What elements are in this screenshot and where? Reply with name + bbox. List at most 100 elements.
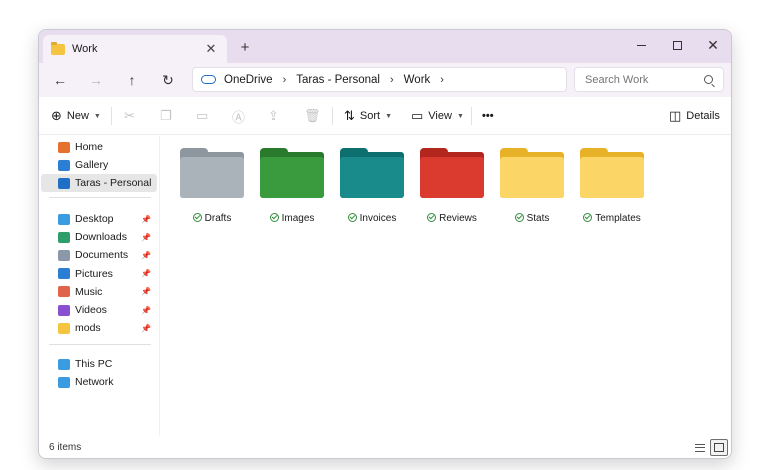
sidebar-item-taras-personal[interactable]: Taras - Personal <box>41 174 157 192</box>
home-icon <box>58 141 70 153</box>
pin-icon[interactable]: 📌 <box>141 324 151 333</box>
folder-label: Invoices <box>328 212 416 224</box>
address-bar[interactable]: OneDrive › Taras - Personal › Work › <box>192 67 567 92</box>
folder-item[interactable]: Stats <box>498 148 566 228</box>
close-window-button[interactable]: ✕ <box>695 34 731 56</box>
sidebar-item-label: Music <box>75 285 103 298</box>
new-tab-button[interactable]: + <box>237 39 253 56</box>
folder-name: Drafts <box>204 213 232 224</box>
cut-button[interactable]: ✂ <box>124 106 140 126</box>
sync-check-icon <box>269 213 279 222</box>
sync-check-icon <box>192 213 202 222</box>
maximize-icon <box>672 40 682 50</box>
sidebar-item-label: Gallery <box>75 159 109 171</box>
sidebar-item-label: Desktop <box>75 213 114 225</box>
folder-item[interactable]: Templates <box>578 148 646 228</box>
chevron-right-icon[interactable]: › <box>390 74 394 86</box>
sort-button[interactable]: ⇅ Sort ▼ <box>344 106 392 126</box>
gallery-icon <box>58 159 70 171</box>
pictures-icon <box>58 268 70 280</box>
folder-label: Stats <box>488 212 576 224</box>
maximize-button[interactable] <box>659 34 695 56</box>
pin-icon[interactable]: 📌 <box>141 306 151 315</box>
sync-check-icon <box>427 213 437 222</box>
clipboard-icon: ▭ <box>196 108 209 123</box>
sidebar-item-network[interactable]: Network <box>41 373 157 391</box>
command-bar: ⊕ New ▼ ✂ ❐ ▭ Ⓐ ⇪ 🗑 ⇅ Sort ▼ ▭ View ▼ ••… <box>39 97 731 135</box>
pin-icon[interactable]: 📌 <box>141 251 151 260</box>
folder-name: Images <box>281 213 315 224</box>
folder-icon <box>340 148 404 198</box>
sidebar-divider <box>49 197 151 198</box>
more-options-button[interactable]: ••• <box>482 106 494 126</box>
navigation-bar: ← → ↑ ↻ OneDrive › Taras - Personal › Wo… <box>39 63 731 97</box>
plus-circle-icon: ⊕ <box>51 108 62 123</box>
sort-icon: ⇅ <box>344 108 355 123</box>
close-tab-icon[interactable]: ✕ <box>203 41 219 57</box>
back-button[interactable]: ← <box>49 70 71 90</box>
pin-icon[interactable]: 📌 <box>141 269 151 278</box>
folder-item[interactable]: Drafts <box>178 148 246 228</box>
breadcrumb-work[interactable]: Work <box>404 74 431 86</box>
search-box[interactable] <box>574 67 724 92</box>
list-view-icon <box>695 443 705 452</box>
item-count: 6 items <box>49 442 82 453</box>
pin-icon[interactable]: 📌 <box>141 233 151 242</box>
new-button[interactable]: ⊕ New ▼ <box>51 106 101 126</box>
folder-icon <box>58 322 70 334</box>
rename-button[interactable]: Ⓐ <box>232 106 250 126</box>
minimize-button[interactable] <box>623 34 659 56</box>
sidebar-item-documents[interactable]: Documents 📌 <box>41 246 157 264</box>
forward-button[interactable]: → <box>85 70 107 90</box>
details-label: Details <box>686 110 720 122</box>
delete-button[interactable]: 🗑 <box>304 106 326 126</box>
sidebar-item-this-pc[interactable]: This PC <box>41 355 157 373</box>
sidebar-item-downloads[interactable]: Downloads 📌 <box>41 228 157 246</box>
desktop-icon <box>58 213 70 225</box>
rename-icon: Ⓐ <box>232 109 246 125</box>
sidebar-item-gallery[interactable]: Gallery <box>41 156 157 174</box>
sidebar-item-pictures[interactable]: Pictures 📌 <box>41 265 157 283</box>
details-button[interactable]: ◫ Details <box>669 106 720 126</box>
sidebar-item-music[interactable]: Music 📌 <box>41 283 157 301</box>
folder-icon <box>580 148 644 198</box>
search-input[interactable] <box>585 73 704 86</box>
scissors-icon: ✂ <box>124 108 135 123</box>
folder-icon <box>180 148 244 198</box>
folder-icon <box>420 148 484 198</box>
share-icon: ⇪ <box>268 108 279 123</box>
network-icon <box>58 376 70 388</box>
tiles-view-button[interactable] <box>710 439 728 456</box>
arrow-right-icon: → <box>89 72 103 88</box>
chevron-down-icon: ▼ <box>385 112 393 120</box>
sidebar-item-home[interactable]: Home <box>41 138 157 156</box>
chevron-right-icon[interactable]: › <box>283 74 287 86</box>
toolbar-divider <box>332 107 333 125</box>
pin-icon[interactable]: 📌 <box>141 287 151 296</box>
share-button[interactable]: ⇪ <box>268 106 284 126</box>
tab-work[interactable]: Work ✕ <box>43 35 227 63</box>
view-button[interactable]: ▭ View ▼ <box>411 106 464 126</box>
refresh-button[interactable]: ↻ <box>157 70 179 90</box>
folder-item[interactable]: Reviews <box>418 148 486 228</box>
folder-icon <box>260 148 324 198</box>
folder-item[interactable]: Invoices <box>338 148 406 228</box>
folder-name: Reviews <box>439 213 477 224</box>
sidebar-item-desktop[interactable]: Desktop 📌 <box>41 210 157 228</box>
search-icon[interactable] <box>704 75 713 84</box>
details-view-button[interactable] <box>691 439 709 456</box>
tiles-view-icon <box>714 443 724 452</box>
pin-icon[interactable]: 📌 <box>141 215 151 224</box>
breadcrumb-taras-personal[interactable]: Taras - Personal <box>296 74 380 86</box>
up-button[interactable]: ↑ <box>121 70 143 90</box>
paste-button[interactable]: ▭ <box>196 106 213 126</box>
folder-label: Templates <box>568 212 656 224</box>
sidebar-item-label: Network <box>75 376 114 388</box>
breadcrumb-onedrive[interactable]: OneDrive <box>224 74 273 86</box>
sidebar-item-videos[interactable]: Videos 📌 <box>41 301 157 319</box>
sidebar-item-mods[interactable]: mods 📌 <box>41 319 157 337</box>
chevron-right-icon[interactable]: › <box>440 74 444 86</box>
title-bar: Work ✕ + ✕ <box>39 30 731 63</box>
folder-item[interactable]: Images <box>258 148 326 228</box>
copy-button[interactable]: ❐ <box>160 106 177 126</box>
